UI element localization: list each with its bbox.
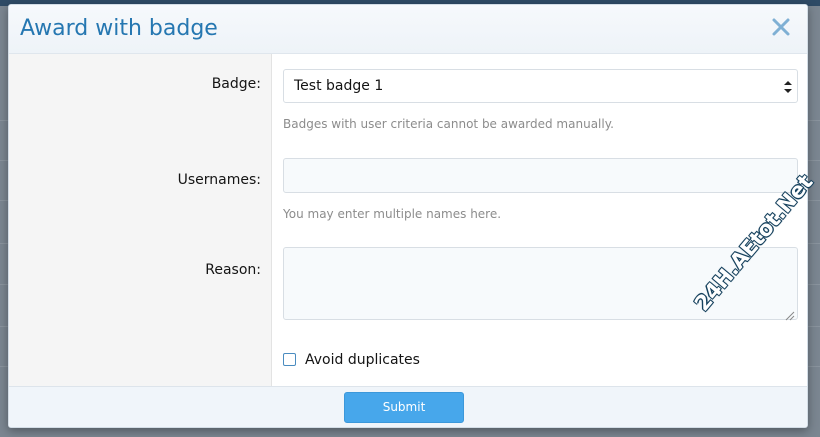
- submit-button[interactable]: Submit: [344, 392, 464, 423]
- badge-select-value: Test badge 1: [294, 78, 384, 94]
- badge-hint: Badges with user criteria cannot be awar…: [283, 117, 614, 131]
- dialog-header: Award with badge: [9, 5, 807, 54]
- resize-handle-icon[interactable]: [784, 306, 795, 321]
- close-icon[interactable]: [769, 15, 793, 39]
- avoid-duplicates-label[interactable]: Avoid duplicates: [305, 352, 420, 368]
- badge-label: Badge:: [211, 76, 261, 92]
- usernames-label: Usernames:: [177, 172, 261, 188]
- reason-label: Reason:: [205, 262, 261, 278]
- chevron-up-down-icon: [783, 79, 793, 93]
- dialog-footer: Submit: [9, 386, 807, 427]
- award-badge-dialog: Award with badge Badge: Test badge 1 Bad…: [8, 4, 808, 428]
- badge-select[interactable]: Test badge 1: [283, 69, 798, 103]
- label-column: [9, 54, 272, 386]
- usernames-hint: You may enter multiple names here.: [283, 207, 502, 221]
- dialog-title: Award with badge: [20, 16, 218, 41]
- form-body: Badge: Test badge 1 Badges with user cri…: [9, 54, 807, 386]
- usernames-input[interactable]: [283, 158, 798, 193]
- avoid-duplicates-checkbox[interactable]: [283, 353, 296, 366]
